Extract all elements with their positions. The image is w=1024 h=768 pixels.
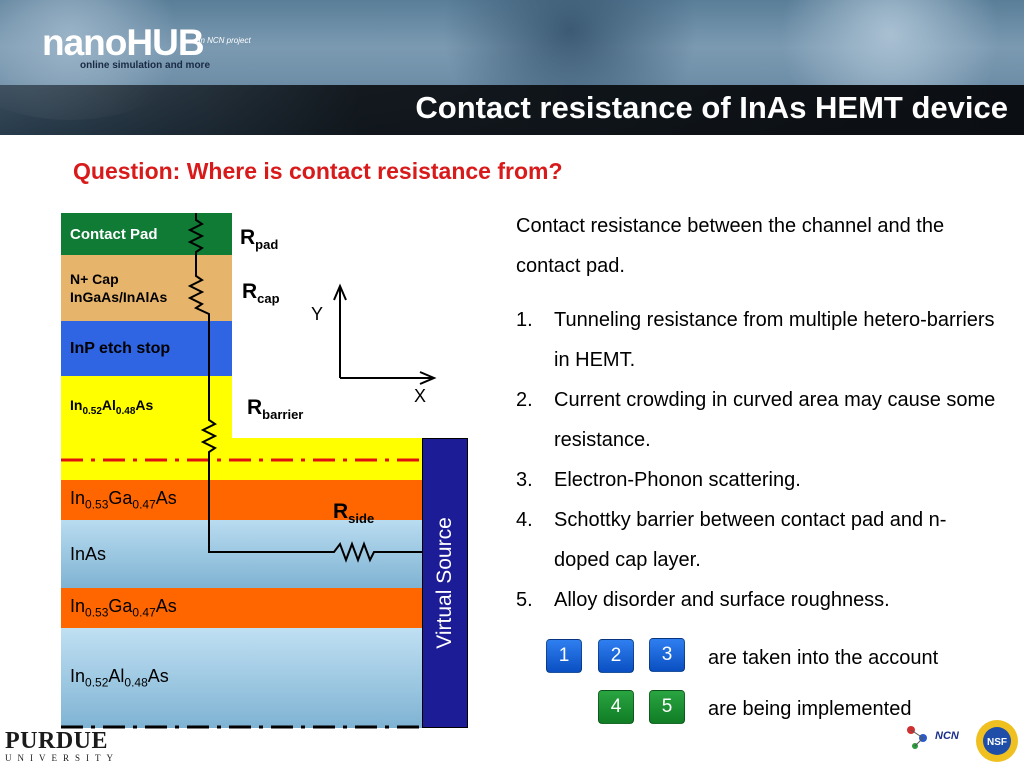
x-axis-arrow: [419, 371, 437, 385]
accounted-text: are taken into the account: [708, 647, 939, 669]
layer-ingaas-2: In0.53Ga0.47As: [61, 588, 422, 628]
r-barrier-label: Rbarrier: [247, 396, 304, 423]
layer-n-cap: N+ Cap InGaAs/InAlAs: [61, 255, 232, 321]
causes-list: 1. Tunneling resistance from multiple het…: [516, 300, 996, 620]
badge-4: 4: [598, 690, 634, 724]
logo-subtitle: online simulation and more: [80, 60, 211, 71]
list-item: 1. Tunneling resistance from multiple het…: [516, 309, 995, 371]
layer-inalas-top: In0.52Al0.48As: [61, 376, 232, 438]
nsf-label: NSF: [987, 737, 1007, 748]
list-item: 4. Schottky barrier between contact pad a…: [516, 509, 947, 571]
badge-3: 3: [649, 638, 685, 672]
virtual-source-label: Virtual Source: [433, 517, 456, 649]
y-axis-label: Y: [311, 304, 324, 324]
layer-label: In0.53Ga0.47As: [70, 488, 177, 512]
layer-inp-etch-stop: InP etch stop: [61, 321, 232, 376]
layer-label: In0.52Al0.48As: [70, 397, 154, 417]
nsf-logo: NSF: [976, 720, 1018, 762]
ncn-label: NCN: [935, 730, 960, 742]
ncn-project-tag: an NCN project: [196, 36, 251, 45]
layer-label: Contact Pad: [70, 225, 158, 243]
layer-label: InAs: [70, 543, 107, 564]
purdue-logo: PURDUE UNIVERSITY: [5, 728, 119, 763]
nanohub-logo[interactable]: nanoHUB: [42, 22, 205, 64]
layer-label: In0.52Al0.48As: [70, 666, 169, 690]
list-item: 3. Electron-Phonon scattering.: [516, 469, 801, 491]
x-axis-label: X: [414, 386, 427, 406]
list-item: 5. Alloy disorder and surface roughness.: [516, 589, 890, 611]
list-item: 2. Current crowding in curved area may ca…: [516, 389, 996, 451]
implemented-text: are being implemented: [708, 698, 912, 720]
virtual-source-region: Virtual Source: [422, 438, 468, 728]
layer-contact-pad: Contact Pad: [61, 213, 232, 255]
layer-inalas-spacer: [61, 438, 422, 480]
r-pad-label: Rpad: [240, 226, 279, 253]
r-cap-label: Rcap: [242, 280, 280, 307]
intro-text: Contact resistance between the channel a…: [516, 215, 945, 277]
layer-label: InGaAs/InAlAs: [70, 289, 168, 305]
y-axis-arrow: [333, 283, 347, 301]
layer-label: InP etch stop: [70, 339, 171, 357]
question-heading: Question: Where is contact resistance fr…: [73, 158, 563, 184]
layer-label: In0.53Ga0.47As: [70, 596, 177, 620]
layer-inalas-bottom: In0.52Al0.48As: [61, 628, 422, 728]
layer-label: N+ Cap: [70, 271, 119, 287]
badge-2: 2: [598, 639, 634, 673]
page-title: Contact resistance of InAs HEMT device: [415, 90, 1008, 125]
r-side-label: Rside: [333, 500, 375, 527]
badge-1: 1: [546, 639, 582, 673]
layer-inas: InAs: [61, 520, 422, 588]
badge-5: 5: [649, 690, 685, 724]
ncn-logo: NCN: [907, 726, 960, 749]
